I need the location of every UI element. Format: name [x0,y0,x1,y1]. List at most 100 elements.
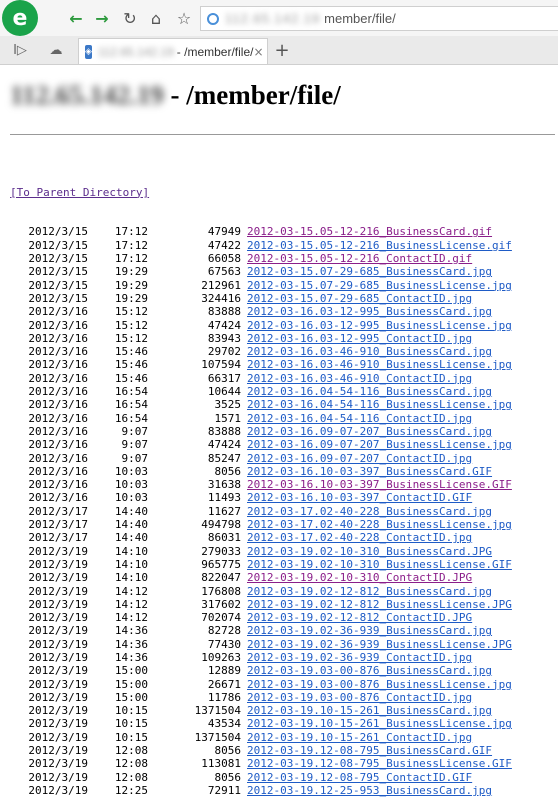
file-link[interactable]: 2012-03-19.10-15-261_BusinessLicense.jpg [247,717,512,730]
page-title-path: - /member/file/ [163,80,341,110]
file-size: 702074 [201,611,241,625]
file-size: 47424 [207,318,241,332]
file-size: 1571 [214,411,242,425]
browser-logo-icon[interactable]: e [2,0,38,36]
file-date: 2012/3/19 [28,637,88,651]
file-date: 2012/3/19 [28,770,88,784]
file-time: 9:07 [121,451,149,465]
file-size: 83888 [207,424,241,438]
file-link[interactable]: 2012-03-19.02-10-310_ContactID.JPG [247,571,472,584]
file-time: 15:00 [114,690,148,704]
file-size: 10644 [207,385,241,399]
file-link[interactable]: 2012-03-19.02-12-812_ContactID.JPG [247,611,472,624]
file-row: 2012/3/16 10:03 31638 2012-03-16.10-03-397_… [10,478,512,491]
file-size: 317602 [201,597,241,611]
file-link[interactable]: 2012-03-16.10-03-397_ContactID.GIF [247,491,472,504]
file-time: 10:15 [114,704,148,718]
file-link[interactable]: 2012-03-16.04-54-116_BusinessLicense.jpg [247,398,512,411]
file-time: 15:12 [114,331,148,345]
file-link[interactable]: 2012-03-16.10-03-397_BusinessLicense.GIF [247,478,512,491]
file-link[interactable]: 2012-03-17.02-40-228_BusinessLicense.jpg [247,518,512,531]
file-link[interactable]: 2012-03-19.12-25-953_BusinessCard.jpg [247,784,492,797]
file-row: 2012/3/19 10:15 1371504 2012-03-19.10-15-26… [10,731,512,744]
file-date: 2012/3/15 [28,265,88,279]
file-link[interactable]: 2012-03-16.03-12-995_ContactID.jpg [247,332,472,345]
file-time: 9:07 [121,438,149,452]
forward-arrow-icon[interactable]: → [90,6,114,30]
plus-icon[interactable]: + [272,40,292,61]
file-date: 2012/3/16 [28,478,88,492]
file-row: 2012/3/19 14:36 82728 2012-03-19.02-36-939_… [10,624,512,637]
file-link[interactable]: 2012-03-19.02-36-939_ContactID.jpg [247,651,472,664]
file-date: 2012/3/17 [28,518,88,532]
file-date: 2012/3/19 [28,611,88,625]
file-link[interactable]: 2012-03-15.07-29-685_BusinessLicense.jpg [247,279,512,292]
file-link[interactable]: 2012-03-16.03-46-910_BusinessCard.jpg [247,345,492,358]
file-time: 10:03 [114,491,148,505]
file-link[interactable]: 2012-03-16.09-07-207_ContactID.jpg [247,452,472,465]
file-link[interactable]: 2012-03-15.07-29-685_BusinessCard.jpg [247,265,492,278]
file-link[interactable]: 2012-03-19.03-00-876_BusinessLicense.jpg [247,678,512,691]
file-link[interactable]: 2012-03-19.03-00-876_BusinessCard.jpg [247,664,492,677]
file-row: 2012/3/19 14:12 317602 2012-03-19.02-12-812… [10,598,512,611]
file-row: 2012/3/15 19:29 67563 2012-03-15.07-29-685_… [10,265,512,278]
file-link[interactable]: 2012-03-19.03-00-876_ContactID.jpg [247,691,472,704]
file-link[interactable]: 2012-03-16.04-54-116_BusinessCard.jpg [247,385,492,398]
file-link[interactable]: 2012-03-16.04-54-116_ContactID.jpg [247,412,472,425]
file-link[interactable]: 2012-03-19.02-12-812_BusinessCard.jpg [247,585,492,598]
back-arrow-icon[interactable]: ← [64,6,88,30]
file-link[interactable]: 2012-03-19.12-08-795_BusinessCard.GIF [247,744,492,757]
file-link[interactable]: 2012-03-19.02-36-939_BusinessCard.jpg [247,624,492,637]
parent-directory-link[interactable]: [To Parent Directory] [10,186,149,199]
globe-icon [207,12,219,25]
file-row: 2012/3/16 16:54 10644 2012-03-16.04-54-116_… [10,385,512,398]
file-link[interactable]: 2012-03-15.05-12-216_ContactID.gif [247,252,472,265]
file-date: 2012/3/16 [28,451,88,465]
file-link[interactable]: 2012-03-17.02-40-228_BusinessCard.jpg [247,505,492,518]
file-size: 26671 [207,677,241,691]
file-date: 2012/3/16 [28,411,88,425]
file-link[interactable]: 2012-03-15.05-12-216_BusinessLicense.gif [247,239,512,252]
file-time: 19:29 [114,278,148,292]
file-link[interactable]: 2012-03-16.03-46-910_ContactID.jpg [247,372,472,385]
file-link[interactable]: 2012-03-16.03-46-910_BusinessLicense.jpg [247,358,512,371]
file-link[interactable]: 2012-03-16.09-07-207_BusinessLicense.jpg [247,438,512,451]
file-row: 2012/3/19 12:08 8056 2012-03-19.12-08-795_B… [10,744,512,757]
file-link[interactable]: 2012-03-16.03-12-995_BusinessLicense.jpg [247,319,512,332]
file-link[interactable]: 2012-03-19.02-10-310_BusinessLicense.GIF [247,558,512,571]
file-time: 15:00 [114,677,148,691]
file-time: 19:29 [114,265,148,279]
file-size: 66058 [207,252,241,266]
file-row: 2012/3/19 14:10 279033 2012-03-19.02-10-310… [10,545,512,558]
close-icon[interactable]: × [253,45,263,59]
home-icon[interactable]: ⌂ [144,6,168,30]
sidebar-toggle-icon[interactable]: I▷ [10,40,30,60]
file-row: 2012/3/19 10:15 43534 2012-03-19.10-15-261_… [10,717,512,730]
file-link[interactable]: 2012-03-19.02-10-310_BusinessCard.JPG [247,545,492,558]
file-link[interactable]: 2012-03-19.10-15-261_BusinessCard.jpg [247,704,492,717]
file-time: 17:12 [114,252,148,266]
file-link[interactable]: 2012-03-15.05-12-216_BusinessCard.gif [247,225,492,238]
file-link[interactable]: 2012-03-19.12-08-795_BusinessLicense.GIF [247,757,512,770]
file-row: 2012/3/19 12:25 72911 2012-03-19.12-25-953_… [10,784,512,797]
file-link[interactable]: 2012-03-16.09-07-207_BusinessCard.jpg [247,425,492,438]
file-link[interactable]: 2012-03-16.10-03-397_BusinessCard.GIF [247,465,492,478]
file-link[interactable]: 2012-03-19.12-08-795_ContactID.GIF [247,771,472,784]
file-link[interactable]: 2012-03-15.07-29-685_ContactID.jpg [247,292,472,305]
file-date: 2012/3/15 [28,291,88,305]
file-link[interactable]: 2012-03-16.03-12-995_BusinessCard.jpg [247,305,492,318]
file-row: 2012/3/19 14:36 77430 2012-03-19.02-36-939_… [10,638,512,651]
star-icon[interactable]: ☆ [172,6,196,30]
address-bar[interactable]: 112.65.142.19 member/file/ [200,6,558,31]
file-link[interactable]: 2012-03-19.02-12-812_BusinessLicense.JPG [247,598,512,611]
file-time: 14:12 [114,584,148,598]
file-time: 17:12 [114,225,148,239]
file-link[interactable]: 2012-03-19.10-15-261_ContactID.jpg [247,731,472,744]
file-row: 2012/3/16 15:12 47424 2012-03-16.03-12-995_… [10,319,512,332]
tab-member-file[interactable]: ◈ 112.65.142.19 - /member/file/ × [78,38,268,64]
file-size: 176808 [201,584,241,598]
file-link[interactable]: 2012-03-17.02-40-228_ContactID.jpg [247,531,472,544]
reload-icon[interactable]: ↻ [118,6,142,30]
cloud-icon[interactable]: ☁ [46,40,66,60]
file-link[interactable]: 2012-03-19.02-36-939_BusinessLicense.JPG [247,638,512,651]
